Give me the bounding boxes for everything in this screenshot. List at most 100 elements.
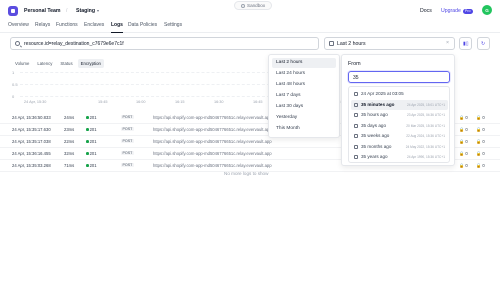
search-query: resource.id=relay_destination_c7679e6e7c… (24, 41, 124, 47)
y-tick-label: 1 (12, 70, 15, 75)
encrypt-count: 🔒 0 (459, 115, 468, 120)
search-icon (15, 41, 20, 46)
tab-settings[interactable]: Settings (164, 22, 182, 33)
tab-relays[interactable]: Relays (35, 22, 50, 33)
suggestion-item[interactable]: 35 hours ago 23 Apr 2025, 04:36 UTC+1 (351, 110, 448, 120)
docs-link[interactable]: Docs (420, 8, 432, 14)
tab-functions[interactable]: Functions (56, 22, 78, 33)
log-url: https://api.shopify.com-app-md5046776651… (153, 115, 272, 120)
avatar[interactable]: G (482, 5, 492, 15)
tab-volume[interactable]: Volume (12, 59, 32, 68)
tab-data-policies[interactable]: Data Policies (128, 22, 157, 33)
status-dot-icon (86, 152, 89, 155)
tab-encryption[interactable]: Encryption (77, 59, 104, 68)
no-more-logs: No more logs to show (224, 171, 269, 176)
tab-overview[interactable]: Overview (8, 22, 29, 33)
pro-badge: Pro (462, 8, 473, 14)
suggestion-item[interactable]: 35 days ago 20 Mar 2025, 15:36 UTC+1 (351, 121, 448, 131)
status-code: 201 (89, 115, 97, 120)
environment-switcher[interactable]: Staging (76, 8, 100, 14)
tab-logs[interactable]: Logs (111, 22, 123, 33)
tab-enclaves[interactable]: Enclaves (84, 22, 104, 33)
suggestion-item[interactable]: 35 months ago 24 May 2022, 15:36 UTC+1 (351, 142, 448, 152)
suggestion-item[interactable]: 35 minutes ago 24 Apr 2025, 15:01 UTC+1 (351, 99, 448, 110)
log-url: https://api.shopify.com-app-md5046776651… (153, 139, 272, 144)
grid-line (20, 96, 270, 97)
suggestion-item[interactable]: 35 years ago 24 Apr 1990, 15:36 UTC+1 (351, 152, 448, 162)
team-switcher[interactable]: Personal Team (24, 8, 61, 14)
x-tick-label: 16:30 (214, 100, 224, 104)
status-badge: 201 (86, 139, 97, 144)
encrypt-count: 🔒 0 (459, 151, 468, 156)
app-logo[interactable] (8, 6, 18, 16)
log-duration: 71ms (64, 163, 75, 168)
y-tick-label: 0 (12, 94, 15, 99)
status-dot-icon (86, 140, 89, 143)
log-duration: 32ms (64, 151, 75, 156)
decrypt-count: 🔓 0 (476, 127, 485, 132)
menu-item-this-month[interactable]: This Month (272, 124, 336, 134)
log-url: https://api.shopify.com-app-md5046776651… (153, 151, 272, 156)
log-time: 24 Apr, 15:36:50.833 (12, 115, 51, 120)
status-code: 201 (89, 163, 97, 168)
suggestion-label: 35 years ago (361, 154, 388, 160)
x-tick-label: 24 Apr, 15:30 (24, 100, 47, 104)
tab-status[interactable]: Status (57, 59, 75, 68)
log-time: 24 Apr, 15:35:03.268 (12, 163, 51, 168)
suggestion-label: 35 days ago (361, 122, 387, 128)
method-badge: POST (121, 127, 134, 131)
suggestion-list: 24 Apr 2025 at 03:05 35 minutes ago 24 A… (348, 86, 450, 163)
suggestion-item[interactable]: 24 Apr 2025 at 03:05 (351, 89, 448, 99)
clear-icon[interactable]: × (446, 40, 449, 46)
suggestion-label: 35 hours ago (361, 112, 388, 118)
suggestion-label: 24 Apr 2025 at 03:05 (361, 91, 404, 97)
tab-latency[interactable]: Latency (34, 59, 55, 68)
from-label: From (348, 61, 361, 67)
menu-item-last-7-days[interactable]: Last 7 days (272, 91, 336, 101)
breadcrumb-separator: / (66, 8, 68, 14)
menu-item-last-48-hours[interactable]: Last 48 hours (272, 80, 336, 90)
search-input[interactable]: resource.id=relay_destination_c7679e6e7c… (10, 37, 319, 50)
suggestion-date: 24 Apr 2025, 15:01 UTC+1 (406, 102, 445, 107)
y-tick-label: 0.5 (12, 82, 18, 87)
count: 0 (482, 127, 485, 132)
x-tick-label: 16:45 (253, 100, 263, 104)
x-tick-label: 16:00 (136, 100, 146, 104)
count: 0 (465, 163, 468, 168)
menu-item-yesterday[interactable]: Yesterday (272, 113, 336, 123)
upgrade-label: Upgrade (441, 8, 461, 14)
chart-toggle-button[interactable]: ▮▯ (459, 37, 472, 50)
status-code: 201 (89, 139, 97, 144)
refresh-button[interactable]: ↻ (477, 37, 490, 50)
log-duration: 24ms (64, 115, 75, 120)
status-badge: 201 (86, 115, 97, 120)
status-badge: 201 (86, 127, 97, 132)
clock-icon (354, 144, 358, 149)
decrypt-count: 🔓 0 (476, 151, 485, 156)
menu-item-last-2-hours[interactable]: Last 2 hours (272, 58, 336, 68)
date-range-select[interactable]: Last 2 hours × (324, 37, 455, 50)
from-date-panel: From 35 24 Apr 2025 at 03:05 35 minutes … (341, 54, 455, 166)
suggestion-item[interactable]: 35 weeks ago 22 Aug 2024, 15:36 UTC+1 (351, 131, 448, 141)
encrypt-count: 🔒 0 (459, 139, 468, 144)
refresh-icon: ↻ (481, 41, 486, 47)
suggestion-date: 22 Aug 2024, 15:36 UTC+1 (406, 134, 445, 138)
time-range-menu: Last 2 hours Last 24 hours Last 48 hours… (268, 54, 340, 138)
log-url: https://api.shopify.com-app-md5046776651… (153, 163, 272, 168)
upgrade-button[interactable]: Upgrade Pro (441, 8, 473, 14)
encrypt-count: 🔒 0 (459, 163, 468, 168)
clock-icon (354, 123, 358, 128)
method-badge: POST (121, 151, 134, 155)
menu-item-last-30-days[interactable]: Last 30 days (272, 102, 336, 112)
decrypt-count: 🔓 0 (476, 115, 485, 120)
menu-item-last-24-hours[interactable]: Last 24 hours (272, 69, 336, 79)
clock-icon (354, 102, 358, 107)
suggestion-date: 23 Apr 2025, 04:36 UTC+1 (406, 113, 445, 117)
status-badge: 201 (86, 163, 97, 168)
x-tick-label: 16:15 (175, 100, 185, 104)
suggestion-date: 20 Mar 2025, 15:36 UTC+1 (406, 123, 445, 128)
bar-chart-icon: ▮▯ (463, 41, 469, 47)
from-input[interactable]: 35 (348, 71, 450, 83)
method-badge: POST (121, 139, 134, 143)
log-url: https://api.shopify.com-app-md5046776651… (153, 127, 272, 132)
